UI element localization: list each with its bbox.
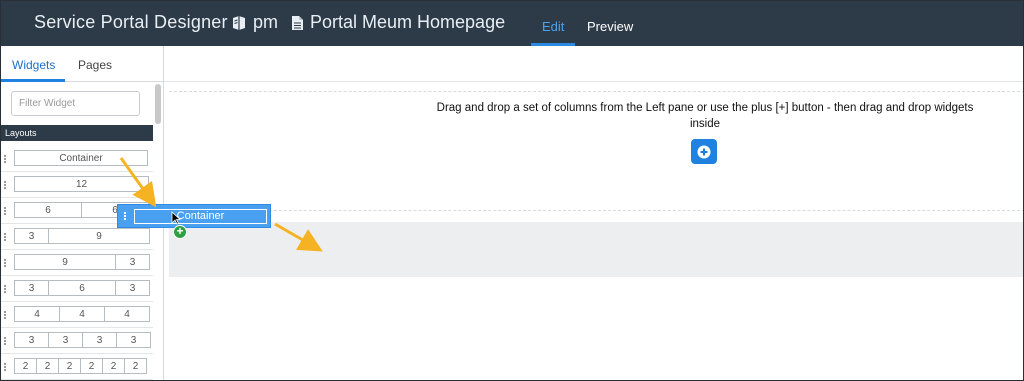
add-container-button[interactable] <box>691 139 717 164</box>
drag-handle-icon <box>124 212 126 220</box>
file-icon <box>292 15 303 30</box>
tab-widgets[interactable]: Widgets <box>12 58 55 72</box>
app-title: Service Portal Designer <box>34 12 228 32</box>
drag-handle-icon[interactable] <box>4 363 6 371</box>
drop-zone[interactable] <box>169 222 1023 277</box>
book-icon <box>233 15 245 30</box>
drag-handle-icon[interactable] <box>4 155 6 163</box>
layout-column: 3 <box>14 280 49 296</box>
drag-handle-icon[interactable] <box>4 311 6 319</box>
page-breadcrumb[interactable]: Portal Meum Homepage <box>291 12 505 33</box>
portal-name: pm <box>253 12 279 32</box>
layout-columns: 3333 <box>14 332 151 348</box>
layout-column: 2 <box>36 358 59 374</box>
tab-edit[interactable]: Edit <box>542 19 564 34</box>
layout-columns: 93 <box>14 254 150 270</box>
drag-handle-icon[interactable] <box>4 285 6 293</box>
layout-column: 2 <box>102 358 125 374</box>
layout-columns: 222222 <box>14 358 147 374</box>
layout-column: 4 <box>104 306 150 322</box>
drag-handle-icon[interactable] <box>4 207 6 215</box>
layout-column: 3 <box>82 332 117 348</box>
filter-widget-input[interactable]: Filter Widget <box>11 91 140 116</box>
page-canvas: Drag and drop a set of columns from the … <box>164 46 1023 380</box>
layout-item[interactable]: Container <box>1 146 153 172</box>
layout-column: 2 <box>124 358 147 374</box>
layout-column: 9 <box>14 254 116 270</box>
page-name: Portal Meum Homepage <box>310 12 506 32</box>
layout-column: 3 <box>115 280 150 296</box>
drag-handle-icon[interactable] <box>4 181 6 189</box>
dragged-widget-label: Container <box>134 209 267 224</box>
layouts-section-header: Layouts <box>1 125 153 141</box>
add-badge-icon: + <box>173 225 187 239</box>
tab-preview[interactable]: Preview <box>587 19 633 34</box>
layout-column: 3 <box>115 254 150 270</box>
layout-item[interactable]: 363 <box>1 276 153 302</box>
layout-column: 4 <box>59 306 105 322</box>
plus-circle-icon <box>697 145 711 158</box>
drag-handle-icon[interactable] <box>4 337 6 345</box>
layout-column: 9 <box>48 228 150 244</box>
drag-handle-icon[interactable] <box>4 233 6 241</box>
layout-item[interactable]: 12 <box>1 172 153 198</box>
layout-column: 3 <box>14 228 49 244</box>
layout-item[interactable]: 222222 <box>1 354 153 380</box>
mouse-cursor-icon <box>171 211 181 225</box>
layout-column: 12 <box>14 176 149 192</box>
layout-columns: 363 <box>14 280 150 296</box>
layout-column: 2 <box>58 358 81 374</box>
top-header: Service Portal Designer pm Portal Meum H… <box>1 1 1023 46</box>
tab-pages[interactable]: Pages <box>78 58 112 72</box>
layout-column: 3 <box>48 332 83 348</box>
layout-column: Container <box>14 150 148 166</box>
layout-columns: 12 <box>14 176 149 192</box>
layout-item[interactable]: 444 <box>1 302 153 328</box>
layout-columns: Container <box>14 150 148 166</box>
dragged-container-widget[interactable]: Container <box>117 204 271 228</box>
layout-column: 3 <box>116 332 151 348</box>
layout-column: 6 <box>48 280 116 296</box>
layout-columns: 444 <box>14 306 150 322</box>
drag-handle-icon[interactable] <box>4 259 6 267</box>
sidebar-tabs: Widgets Pages <box>1 46 164 82</box>
canvas-toolbar <box>164 46 1023 82</box>
layout-column: 2 <box>80 358 103 374</box>
portal-breadcrumb[interactable]: pm <box>231 12 278 33</box>
layout-columns: 39 <box>14 228 150 244</box>
app-window: Service Portal Designer pm Portal Meum H… <box>0 0 1024 381</box>
layout-column: 2 <box>14 358 37 374</box>
sidebar-scrollbar[interactable] <box>155 84 161 124</box>
sidebar-active-tab-indicator <box>1 79 65 82</box>
drop-instructions: Drag and drop a set of columns from the … <box>436 102 974 130</box>
layout-item[interactable]: 3333 <box>1 328 153 354</box>
layout-column: 6 <box>14 202 82 218</box>
layout-item[interactable]: 93 <box>1 250 153 276</box>
layout-column: 3 <box>14 332 49 348</box>
layout-column: 4 <box>14 306 60 322</box>
